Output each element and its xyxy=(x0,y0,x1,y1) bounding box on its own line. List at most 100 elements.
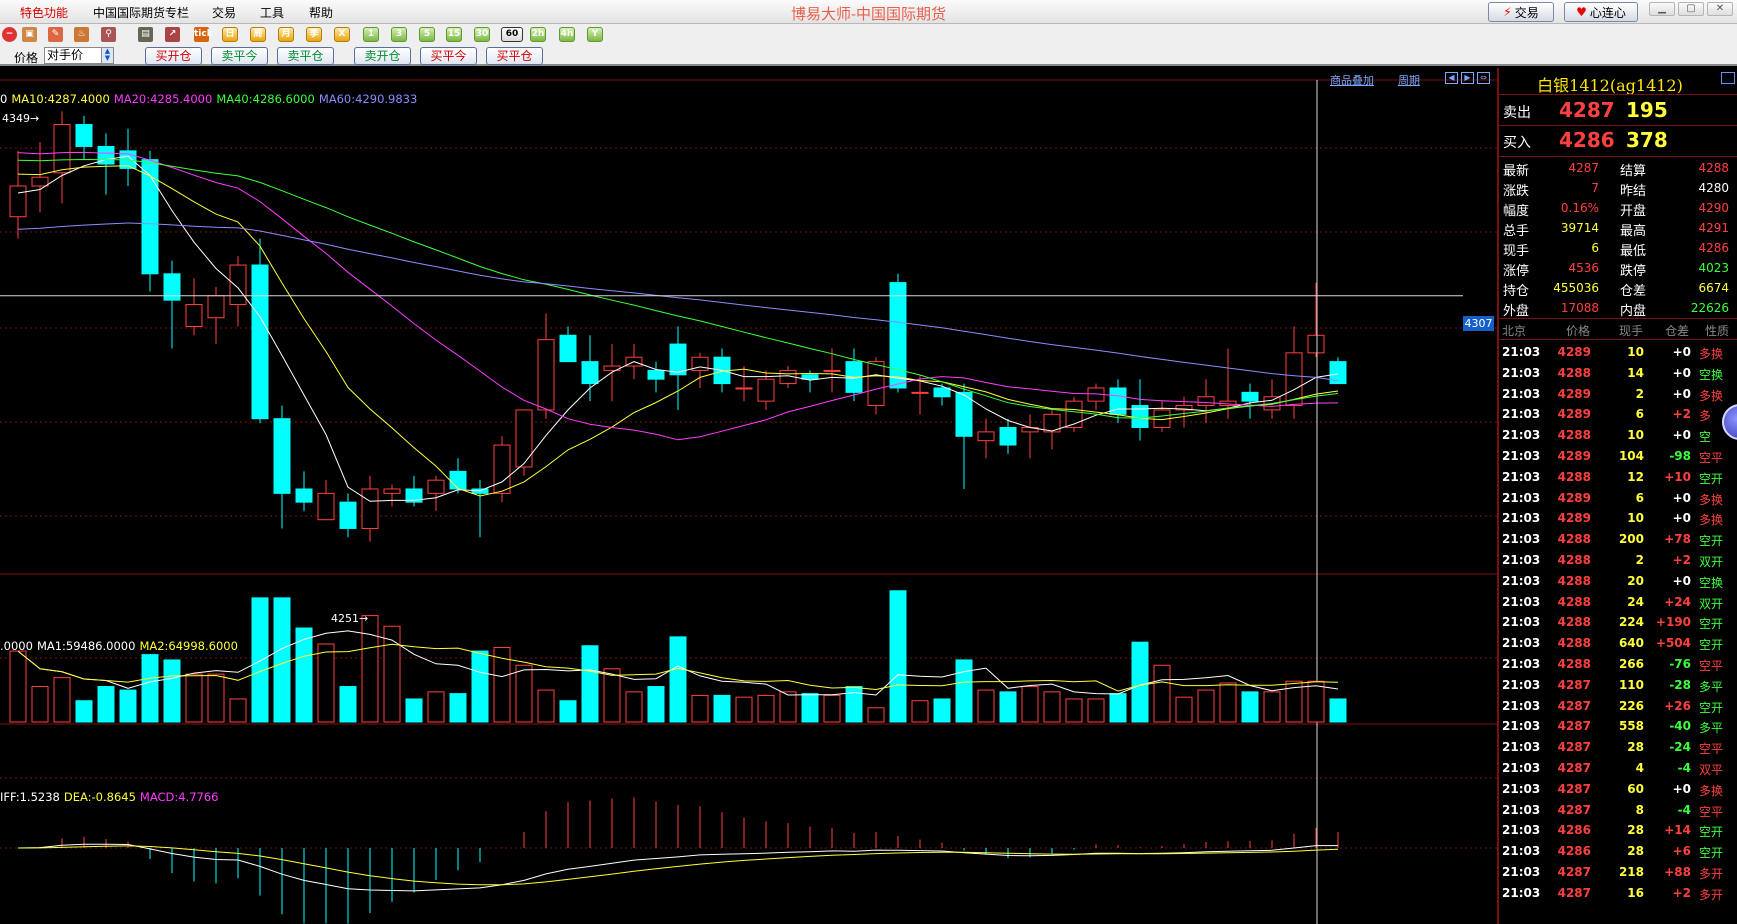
maximize-icon[interactable]: ▢ xyxy=(1678,2,1704,16)
tick-oi-change: -40 xyxy=(1669,719,1691,734)
tick-oi-change: +2 xyxy=(1672,885,1691,900)
tick-price: 4287 xyxy=(1557,698,1591,713)
panel-toggle-icon[interactable] xyxy=(1721,72,1735,84)
overlay-link[interactable]: 商品叠加 xyxy=(1330,72,1374,88)
stat-value: 4288 xyxy=(1698,161,1729,175)
candle-body xyxy=(999,426,1017,446)
xinlian-button[interactable]: ♥ 心连心 xyxy=(1564,2,1638,22)
price-mode-select[interactable]: 对手价 ▲ ▼ xyxy=(44,47,114,64)
minimize-icon[interactable]: ▁ xyxy=(1649,2,1675,16)
line-chart-icon[interactable]: ↗ xyxy=(165,27,180,42)
volume-bar xyxy=(1175,696,1193,723)
period-month[interactable]: 月 xyxy=(278,27,294,42)
volume-bar xyxy=(1021,686,1039,723)
volume-bar xyxy=(845,686,863,723)
volume-bar xyxy=(427,691,445,723)
period-x[interactable]: X xyxy=(334,27,350,42)
period-season[interactable]: 季 xyxy=(306,27,322,42)
close-icon[interactable]: ✕ xyxy=(1707,2,1733,16)
kline-chart[interactable] xyxy=(0,68,1497,924)
tick-volume: 10 xyxy=(1627,428,1644,443)
nav-zoom-icon[interactable]: ⇔ xyxy=(1477,72,1490,84)
nav-right-icon[interactable]: ▶ xyxy=(1461,72,1474,84)
period-2h[interactable]: 2h xyxy=(530,27,546,42)
candle-body xyxy=(141,159,159,275)
tick-row: 21:03 4288 224 +190 空开 xyxy=(1499,612,1737,632)
nav-left-icon[interactable]: ◀ xyxy=(1445,72,1458,84)
menu-tools[interactable]: 工具 xyxy=(260,4,284,21)
buy-open-button[interactable]: 买开仓 xyxy=(145,47,202,65)
tick-nature: 多平 xyxy=(1699,679,1724,694)
volume-bar xyxy=(163,659,181,723)
menu-help[interactable]: 帮助 xyxy=(309,4,333,21)
sell-close-button[interactable]: 卖平仓 xyxy=(277,47,334,65)
period-link[interactable]: 周期 xyxy=(1398,72,1420,88)
buy-close-button[interactable]: 买平仓 xyxy=(486,47,543,65)
volume-bar xyxy=(1043,691,1061,723)
ask-price[interactable]: 4287 xyxy=(1559,98,1615,122)
period-5m[interactable]: 5 xyxy=(419,27,435,42)
tick-row: 21:03 4286 28 +6 空开 xyxy=(1499,841,1737,861)
tick-row: 21:03 4288 10 +0 空 xyxy=(1499,425,1737,445)
period-3m[interactable]: 3 xyxy=(391,27,407,42)
period-day[interactable]: 日 xyxy=(222,27,238,42)
tick-icon[interactable]: tick xyxy=(194,27,213,42)
tick-volume: 12 xyxy=(1627,469,1644,484)
volume-bar xyxy=(713,694,731,723)
tick-nature: 多换 xyxy=(1699,347,1724,361)
tick-head-time: 北京 xyxy=(1502,324,1527,338)
period-1m[interactable]: 1 xyxy=(363,27,379,42)
stat-value: 4287 xyxy=(1568,161,1599,175)
tick-price: 4286 xyxy=(1557,844,1591,859)
tick-time: 21:03 xyxy=(1502,719,1541,734)
tick-row: 21:03 4287 8 -4 空平 xyxy=(1499,800,1737,820)
stop-icon[interactable]: − xyxy=(2,27,17,42)
volume-bar xyxy=(207,673,225,723)
volume-bar xyxy=(691,694,709,723)
chart-area[interactable]: 0 MA10:4287.4000 MA20:4285.4000 MA40:4286.6… xyxy=(0,68,1497,924)
volume-bar xyxy=(1197,689,1215,723)
volume-bar xyxy=(581,645,599,723)
pencil-icon[interactable]: ✎ xyxy=(48,27,63,42)
candle-body xyxy=(75,124,93,147)
period-60m[interactable]: 60 xyxy=(501,27,523,42)
ask-volume: 195 xyxy=(1626,98,1668,122)
trade-button[interactable]: ⚡ 交易 xyxy=(1488,2,1554,22)
candle-body xyxy=(449,470,467,490)
buy-close-today-button[interactable]: 买平今 xyxy=(420,47,477,65)
copy-icon[interactable]: ▣ xyxy=(22,27,37,42)
tick-head-price: 价格 xyxy=(1566,324,1591,338)
volume-bar xyxy=(405,698,423,723)
paint-icon[interactable]: ♨ xyxy=(74,27,89,42)
tick-price: 4288 xyxy=(1557,615,1591,630)
period-15m[interactable]: 15 xyxy=(446,27,462,42)
stat-label: 最低 xyxy=(1620,244,1647,259)
period-4h[interactable]: 4h xyxy=(559,27,575,42)
candle-body xyxy=(823,369,841,372)
tick-oi-change: +0 xyxy=(1672,428,1691,443)
ma20-legend: MA20:4285.4000 xyxy=(113,92,213,106)
tick-row: 21:03 4288 12 +10 空开 xyxy=(1499,467,1737,487)
menu-special[interactable]: 特色功能 xyxy=(20,4,68,21)
tick-price: 4289 xyxy=(1557,511,1591,526)
tick-row: 21:03 4287 226 +26 空开 xyxy=(1499,696,1737,716)
table-icon[interactable]: ▤ xyxy=(138,27,153,42)
volume-bar xyxy=(229,698,247,723)
sell-open-button[interactable]: 卖开仓 xyxy=(354,47,411,65)
tick-row: 21:03 4288 20 +0 空换 xyxy=(1499,571,1737,591)
spin-arrows-icon[interactable]: ▲ ▼ xyxy=(101,48,113,63)
menu-trade[interactable]: 交易 xyxy=(212,4,236,21)
sell-close-today-button[interactable]: 卖平今 xyxy=(211,47,268,65)
period-30m[interactable]: 30 xyxy=(474,27,490,42)
menu-cifco-column[interactable]: 中国国际期货专栏 xyxy=(93,4,189,21)
period-year[interactable]: Y xyxy=(587,27,603,42)
volume-bar xyxy=(471,650,489,723)
volume-bar xyxy=(339,686,357,723)
magnet-icon[interactable]: ⚲ xyxy=(101,27,116,42)
order-bar: 价格 对手价 ▲ ▼ 买开仓 卖平今 卖平仓 卖开仓 买平今 买平仓 xyxy=(0,45,1737,66)
volume-bar xyxy=(955,659,973,723)
tick-volume: 28 xyxy=(1627,740,1644,755)
period-week[interactable]: 周 xyxy=(250,27,266,42)
bid-price[interactable]: 4286 xyxy=(1559,128,1615,152)
high-marker: 4349→ xyxy=(2,112,40,125)
